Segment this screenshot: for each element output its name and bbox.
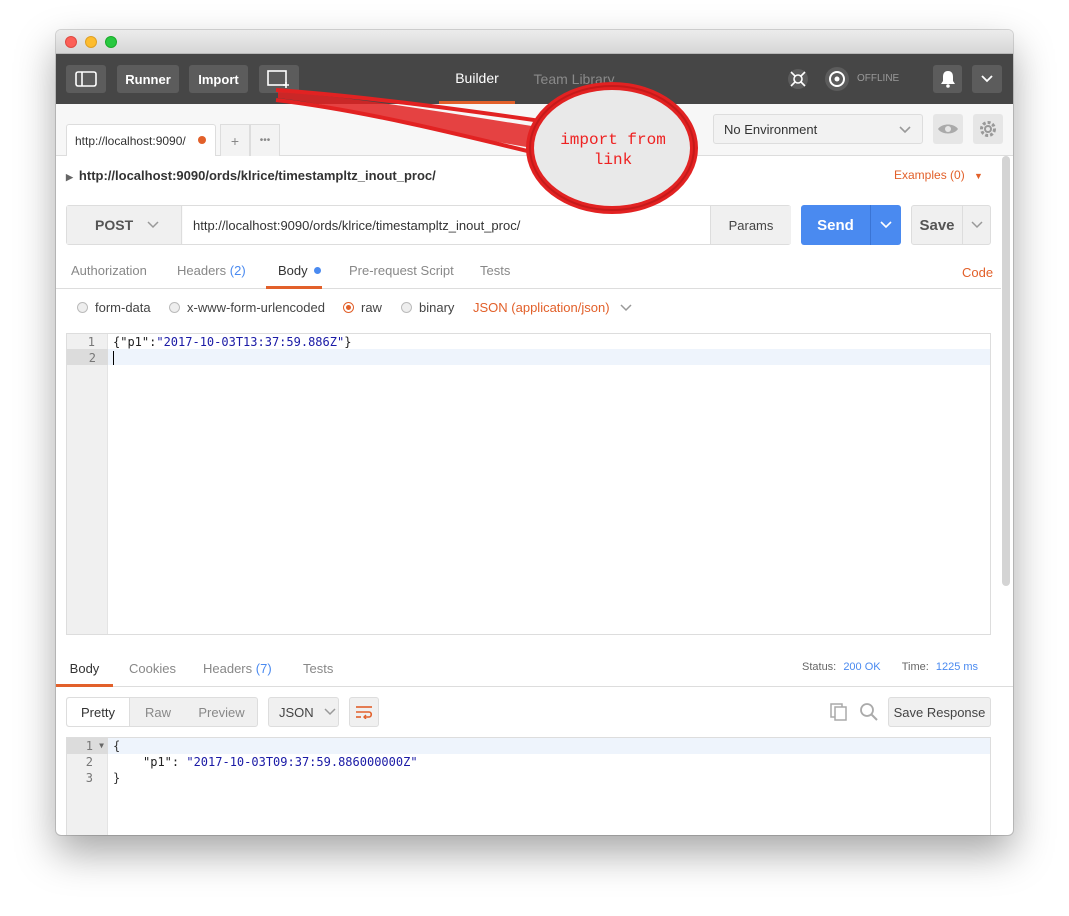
annotation-line-2: link (593, 151, 633, 169)
annotation-line-1: import from (560, 131, 666, 149)
annotation-arrow (275, 88, 549, 158)
annotation-overlay (275, 82, 698, 214)
annotation-text: import from link (540, 130, 686, 170)
